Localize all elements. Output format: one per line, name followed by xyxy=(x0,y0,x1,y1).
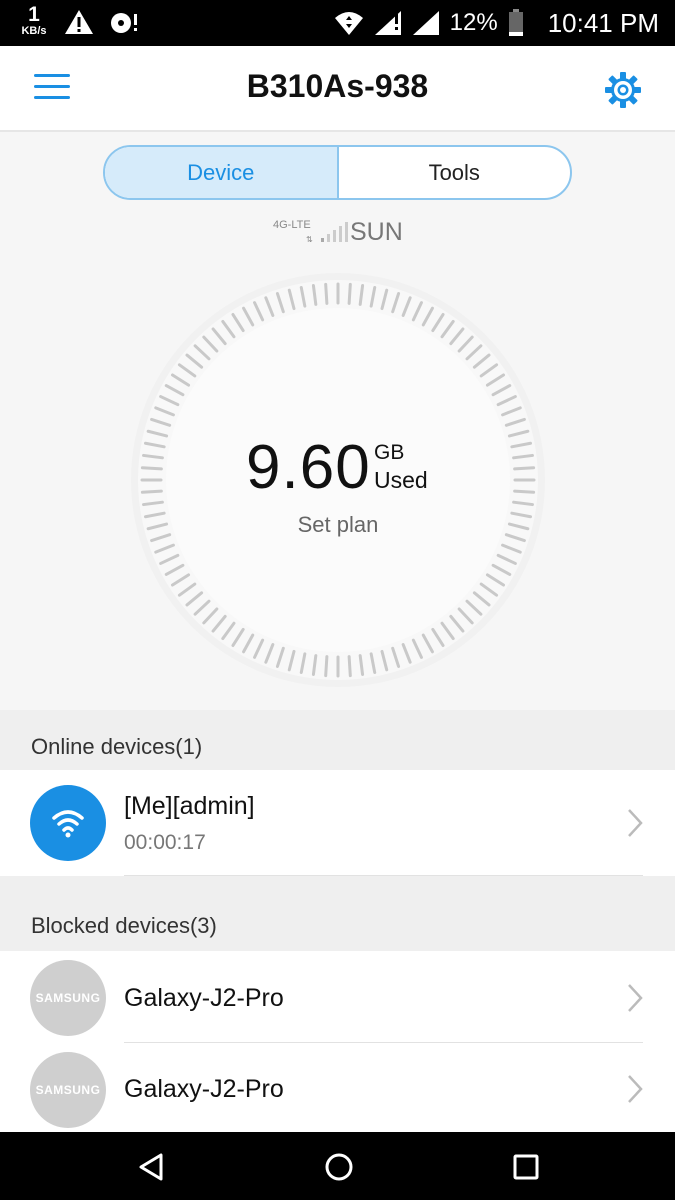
network-speed-value: 1 xyxy=(28,3,40,26)
status-icons: 12% 10:41 PM xyxy=(334,0,659,46)
chevron-right-icon xyxy=(628,1075,643,1103)
network-technology: 4G-LTE xyxy=(273,219,311,231)
battery-icon xyxy=(508,9,523,36)
navigation-bar xyxy=(0,1132,675,1200)
signal-icon xyxy=(374,11,401,35)
chevron-right-icon xyxy=(628,809,643,837)
tab-device[interactable]: Device xyxy=(105,147,339,198)
battery-percent: 12% xyxy=(449,9,498,36)
page-title: B310As-938 xyxy=(246,68,429,104)
chevron-right-icon xyxy=(628,984,643,1012)
carrier-name: SUN xyxy=(350,218,403,246)
app-bar: B310As-938 xyxy=(0,46,675,132)
gear-icon[interactable] xyxy=(603,70,643,110)
device-name: [Me][admin] xyxy=(124,792,255,820)
network-speed: 1 KB/s xyxy=(16,4,52,37)
usage-value: 9.60 xyxy=(246,433,371,502)
clock: 10:41 PM xyxy=(547,7,659,38)
blocked-devices-header: Blocked devices(3) xyxy=(0,876,675,951)
cd-icon xyxy=(111,13,137,33)
warning-icon xyxy=(65,10,93,34)
tab-switcher: Device Tools xyxy=(103,145,572,200)
set-plan-link[interactable]: Set plan xyxy=(128,512,548,538)
usage-label: Used xyxy=(374,467,428,493)
recents-icon[interactable] xyxy=(509,1150,543,1184)
usage-unit: GB xyxy=(374,441,405,464)
home-icon[interactable] xyxy=(322,1150,356,1184)
network-speed-unit: KB/s xyxy=(21,25,47,37)
samsung-logo: SAMSUNG xyxy=(30,1052,106,1128)
online-device-row[interactable]: [Me][admin] 00:00:17 xyxy=(0,770,675,876)
wifi-icon xyxy=(30,785,106,861)
tab-tools[interactable]: Tools xyxy=(339,147,571,198)
samsung-logo: SAMSUNG xyxy=(30,960,106,1036)
wifi-icon xyxy=(334,12,363,35)
network-indicator: 4G-LTE ⇅ SUN xyxy=(270,216,410,246)
status-bar: 1 KB/s 12% 10:41 PM xyxy=(0,0,675,46)
back-icon[interactable] xyxy=(135,1150,169,1184)
blocked-device-row[interactable]: SAMSUNG Galaxy-J2-Pro xyxy=(0,1043,675,1132)
blocked-devices-title: Blocked devices(3) xyxy=(31,913,217,938)
signal-strength-icon xyxy=(321,222,348,242)
blocked-device-row[interactable]: SAMSUNG Galaxy-J2-Pro xyxy=(0,951,675,1043)
online-devices-title: Online devices(1) xyxy=(31,734,203,759)
device-name: Galaxy-J2-Pro xyxy=(124,984,284,1012)
signal-icon xyxy=(412,11,439,35)
data-transfer-icon: ⇅ xyxy=(306,235,313,244)
online-devices-header: Online devices(1) xyxy=(0,710,675,770)
usage-display: 9.60 GB Used Set plan xyxy=(128,270,548,690)
device-duration: 00:00:17 xyxy=(124,831,206,854)
device-name: Galaxy-J2-Pro xyxy=(124,1075,284,1103)
